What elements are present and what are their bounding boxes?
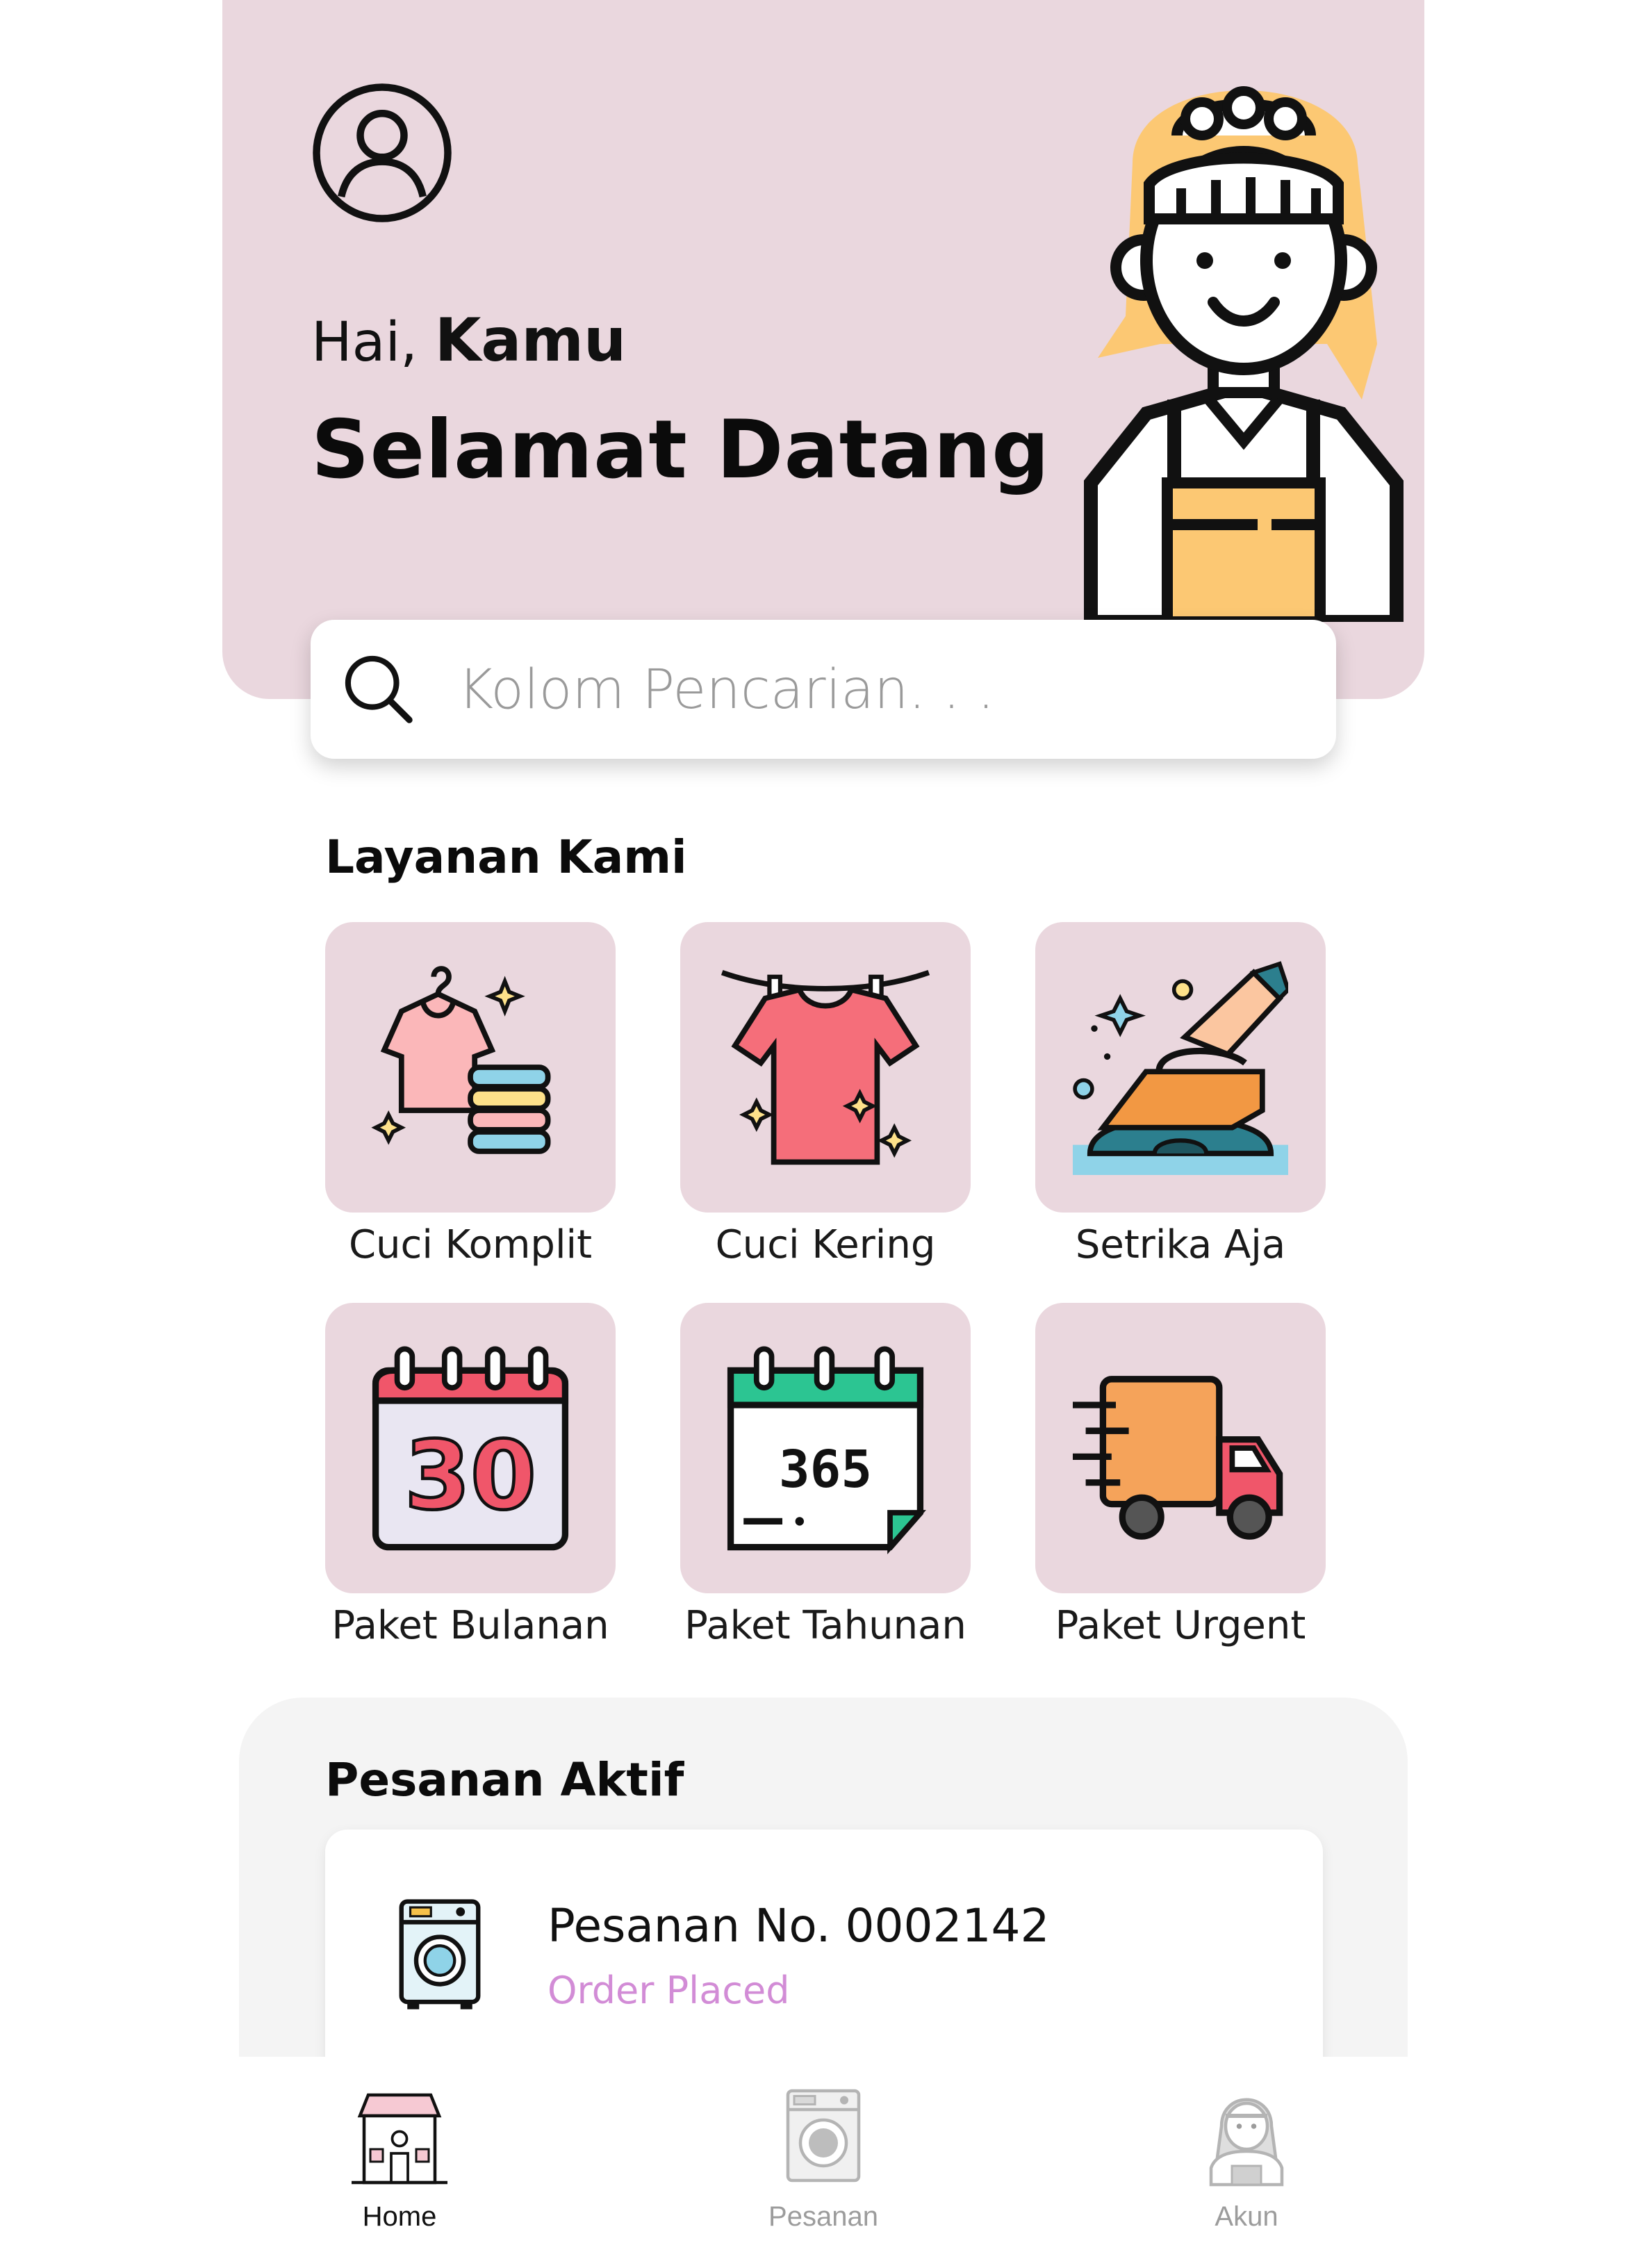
nav-pesanan[interactable]: Pesanan: [740, 2085, 907, 2233]
search-bar[interactable]: [311, 620, 1336, 759]
hero-header: Hai, Kamu Selamat Datang: [222, 0, 1424, 699]
service-cuci-komplit[interactable]: Cuci Komplit: [325, 922, 616, 1267]
user-profile-icon[interactable]: [309, 80, 455, 226]
services-section-title: Layanan Kami: [325, 830, 687, 884]
account-icon: [1209, 2098, 1284, 2187]
calendar-30-icon: 30: [372, 1346, 569, 1551]
service-label: Cuci Kering: [715, 1222, 936, 1267]
svg-text:365: 365: [779, 1439, 872, 1499]
search-icon[interactable]: [338, 649, 419, 730]
service-tile[interactable]: 365: [680, 1303, 971, 1593]
nav-label: Home: [362, 2201, 437, 2232]
svg-text:30: 30: [404, 1421, 536, 1531]
home-icon: [352, 2093, 447, 2185]
service-label: Paket Urgent: [1055, 1603, 1306, 1648]
service-label: Paket Tahunan: [684, 1603, 966, 1648]
service-label: Paket Bulanan: [331, 1603, 609, 1648]
app-screen: Hai, Kamu Selamat Datang Kolom Pencarian…: [222, 0, 1424, 2268]
greeting-prefix: Hai,: [311, 311, 418, 374]
washing-machine-icon: [786, 2089, 861, 2183]
service-cuci-kering[interactable]: Cuci Kering: [680, 922, 971, 1267]
service-tile[interactable]: 30: [325, 1303, 616, 1593]
calendar-365-icon: 365: [727, 1346, 926, 1554]
nav-label: Pesanan: [768, 2201, 878, 2232]
service-paket-bulanan[interactable]: 30 Paket Bulanan: [325, 1303, 616, 1648]
service-tile[interactable]: [680, 922, 971, 1213]
active-orders-title: Pesanan Aktif: [325, 1753, 684, 1807]
service-label: Setrika Aja: [1075, 1222, 1286, 1267]
order-number: Pesanan No. 0002142: [548, 1899, 1050, 1953]
washing-machine-icon: [399, 1899, 481, 2010]
service-label: Cuci Komplit: [348, 1222, 593, 1267]
service-tile[interactable]: [1035, 1303, 1326, 1593]
nav-home[interactable]: Home: [316, 2085, 483, 2233]
services-grid: Cuci Komplit Cuci Kering Setrika Aja 30 …: [325, 922, 1326, 1666]
bottom-navigation: Home Pesanan Akun: [222, 2057, 1424, 2268]
search-input[interactable]: [456, 648, 1293, 732]
greeting-text: Hai, Kamu: [311, 306, 626, 375]
delivery-truck-icon: [1073, 1376, 1283, 1540]
order-status: Order Placed: [548, 1969, 790, 2012]
shirt-hanger-icon: [371, 966, 551, 1154]
iron-icon: [1073, 961, 1288, 1175]
nav-label: Akun: [1215, 2201, 1278, 2232]
service-tile[interactable]: [1035, 922, 1326, 1213]
service-paket-tahunan[interactable]: 365 Paket Tahunan: [680, 1303, 971, 1648]
laundry-worker-illustration: [1084, 86, 1404, 622]
welcome-title: Selamat Datang: [311, 403, 1051, 497]
service-tile[interactable]: [325, 922, 616, 1213]
shirt-clothesline-icon: [721, 969, 930, 1165]
user-name: Kamu: [434, 306, 627, 375]
nav-akun[interactable]: Akun: [1163, 2085, 1330, 2233]
service-paket-urgent[interactable]: Paket Urgent: [1035, 1303, 1326, 1648]
service-setrika-aja[interactable]: Setrika Aja: [1035, 922, 1326, 1267]
